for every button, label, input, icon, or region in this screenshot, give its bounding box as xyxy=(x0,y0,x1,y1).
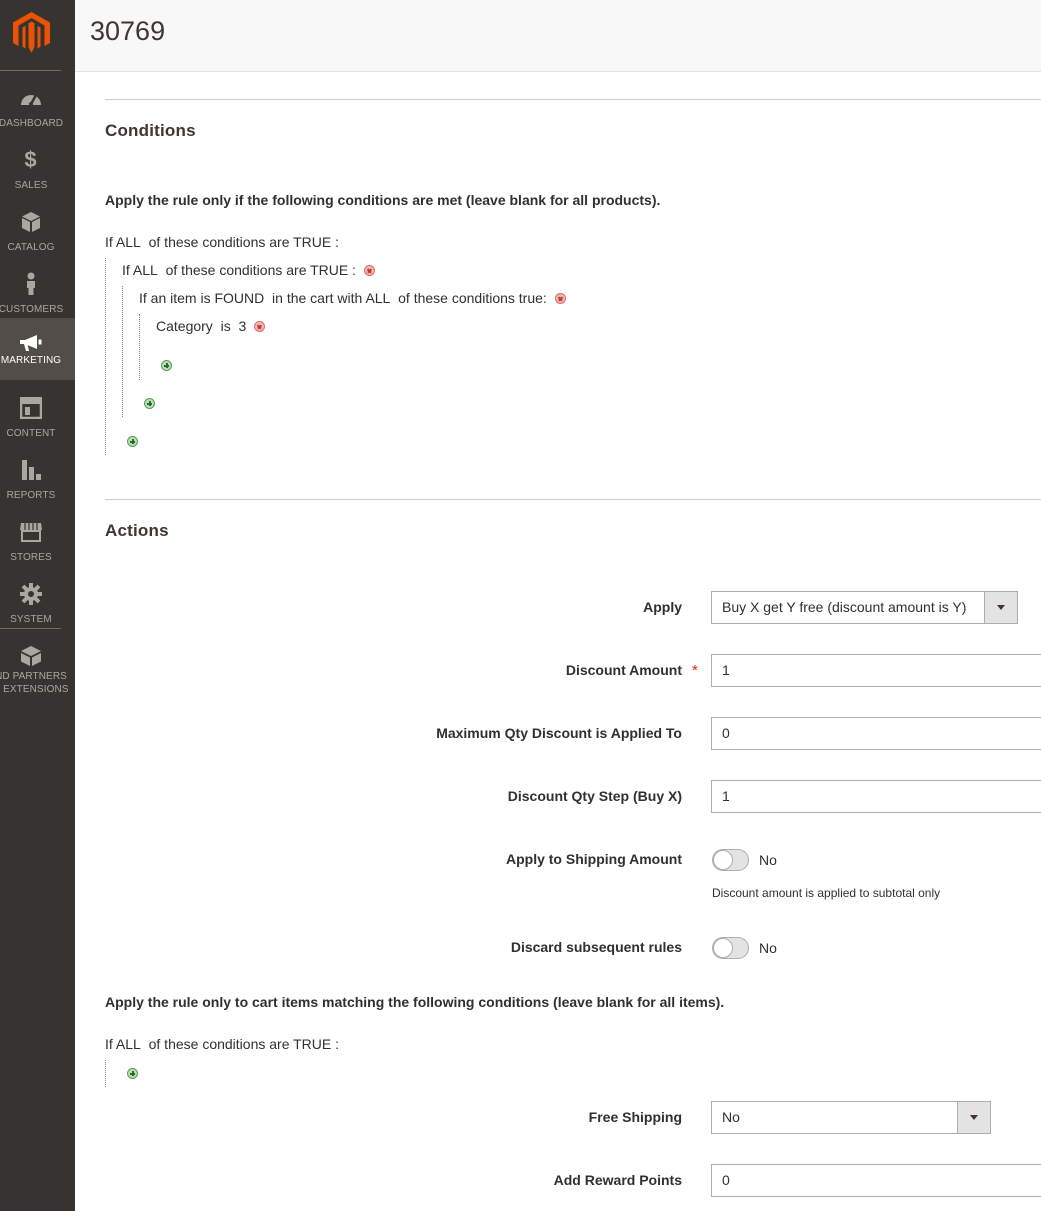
add-condition-icon[interactable] xyxy=(144,398,155,409)
sidebar-item-sales[interactable]: $ SALES xyxy=(0,141,75,203)
apply-shipping-note: Discount amount is applied to subtotal o… xyxy=(712,886,941,900)
value-select[interactable]: TRUE xyxy=(293,234,331,250)
remove-condition-icon[interactable] xyxy=(254,321,266,332)
add-condition-icon[interactable] xyxy=(127,436,138,447)
gear-icon xyxy=(19,583,42,605)
aggregator-select[interactable]: ALL xyxy=(116,234,141,250)
sidebar-item-content[interactable]: CONTENT xyxy=(0,389,75,451)
bar-chart-icon xyxy=(21,460,41,480)
magento-logo-icon[interactable] xyxy=(13,12,50,53)
sidebar-divider xyxy=(0,70,61,71)
condition-root: If ALL of these conditions are TRUE : xyxy=(105,234,340,250)
remove-condition-icon[interactable] xyxy=(554,293,566,304)
aggregator-select[interactable]: ALL xyxy=(116,1036,141,1052)
qty-step-input[interactable]: 1 xyxy=(711,780,1041,813)
blocks-icon xyxy=(20,646,41,666)
condition-category: Category is 3 xyxy=(156,318,266,334)
condition-nested: If ALL of these conditions are TRUE : xyxy=(122,262,375,278)
value-select[interactable]: 3 xyxy=(239,318,247,334)
tree-line xyxy=(139,314,140,380)
aggregator-select[interactable]: ALL xyxy=(365,290,390,306)
sidebar-item-label: SYSTEM xyxy=(10,614,52,625)
sidebar-item-label: REPORTS xyxy=(6,490,56,501)
sidebar-item-catalog[interactable]: CATALOG xyxy=(0,203,75,265)
admin-sidebar: DASHBOARD $ SALES CATALOG CUSTOMERS MARK… xyxy=(0,0,75,1211)
chevron-down-icon xyxy=(984,592,1017,623)
conditions-legend: Apply the rule only if the following con… xyxy=(105,192,661,208)
condition-found: If an item is FOUND in the cart with ALL… xyxy=(139,290,566,306)
aggregator-select[interactable]: ALL xyxy=(133,262,158,278)
page-header: 30769 xyxy=(75,0,1041,72)
reward-points-label: Add Reward Points xyxy=(553,1172,682,1188)
sidebar-item-stores[interactable]: STORES xyxy=(0,513,75,575)
dashboard-icon xyxy=(20,94,41,106)
section-divider xyxy=(105,499,1041,500)
attribute-label: Category xyxy=(156,318,213,334)
layout-icon xyxy=(19,397,42,419)
sidebar-divider xyxy=(0,628,61,629)
toggle-knob xyxy=(713,938,733,958)
sidebar-item-label: ND PARTNERS & EXTENSIONS xyxy=(0,671,69,695)
section-divider xyxy=(105,99,1041,100)
apply-shipping-toggle[interactable] xyxy=(712,849,749,871)
apply-select-value: Buy X get Y free (discount amount is Y) xyxy=(722,599,967,615)
operator-select[interactable]: is xyxy=(221,318,231,334)
max-qty-input[interactable]: 0 xyxy=(711,717,1041,750)
cube-icon xyxy=(21,212,40,232)
apply-shipping-state: No xyxy=(759,852,777,868)
value-select[interactable]: TRUE xyxy=(310,262,348,278)
discount-amount-input[interactable]: 1 xyxy=(711,654,1041,687)
sidebar-item-marketing[interactable]: MARKETING xyxy=(0,318,75,380)
tree-line xyxy=(105,1060,106,1087)
person-icon xyxy=(26,272,35,295)
conditions-section-title[interactable]: Conditions xyxy=(105,121,196,141)
discard-rules-state: No xyxy=(759,940,777,956)
page-title: 30769 xyxy=(90,16,166,46)
condition-items-root: If ALL of these conditions are TRUE : xyxy=(105,1036,340,1052)
store-icon xyxy=(19,523,42,542)
sidebar-item-label: DASHBOARD xyxy=(0,118,64,129)
sidebar-item-label: STORES xyxy=(10,552,52,563)
tree-line xyxy=(122,286,123,417)
actions-section-title[interactable]: Actions xyxy=(105,521,169,541)
reward-points-input[interactable]: 0 xyxy=(711,1164,1041,1197)
sidebar-item-label: MARKETING xyxy=(0,355,62,366)
sidebar-item-label: CUSTOMERS xyxy=(0,304,64,315)
add-condition-icon[interactable] xyxy=(127,1068,138,1079)
discount-amount-label: Discount Amount xyxy=(565,662,682,678)
apply-label: Apply xyxy=(643,599,682,615)
sidebar-item-extensions[interactable]: ND PARTNERS & EXTENSIONS xyxy=(0,637,75,699)
toggle-knob xyxy=(713,850,733,870)
megaphone-icon xyxy=(19,335,41,351)
discard-rules-label: Discard subsequent rules xyxy=(510,939,682,955)
dollar-icon: $ xyxy=(24,147,37,172)
apply-select[interactable]: Buy X get Y free (discount amount is Y) xyxy=(711,591,1018,624)
tree-line xyxy=(105,258,106,455)
qty-step-label: Discount Qty Step (Buy X) xyxy=(507,788,682,804)
free-shipping-label: Free Shipping xyxy=(588,1109,682,1125)
actions-items-legend: Apply the rule only to cart items matchi… xyxy=(105,994,725,1010)
remove-condition-icon[interactable] xyxy=(363,265,375,276)
apply-shipping-label: Apply to Shipping Amount xyxy=(505,851,682,867)
sidebar-item-label: CATALOG xyxy=(7,242,55,253)
sidebar-item-dashboard[interactable]: DASHBOARD xyxy=(0,79,75,141)
sidebar-item-label: SALES xyxy=(14,180,48,191)
value-select[interactable]: TRUE xyxy=(293,1036,331,1052)
sidebar-item-label: CONTENT xyxy=(6,428,56,439)
found-select[interactable]: FOUND xyxy=(214,290,264,306)
free-shipping-select[interactable]: No xyxy=(711,1101,991,1134)
chevron-down-icon xyxy=(957,1102,990,1133)
sidebar-item-reports[interactable]: REPORTS xyxy=(0,451,75,513)
required-marker: * xyxy=(692,662,698,679)
free-shipping-value: No xyxy=(722,1109,740,1125)
add-condition-icon[interactable] xyxy=(161,360,172,371)
discard-rules-toggle[interactable] xyxy=(712,937,749,959)
max-qty-label: Maximum Qty Discount is Applied To xyxy=(436,725,682,741)
